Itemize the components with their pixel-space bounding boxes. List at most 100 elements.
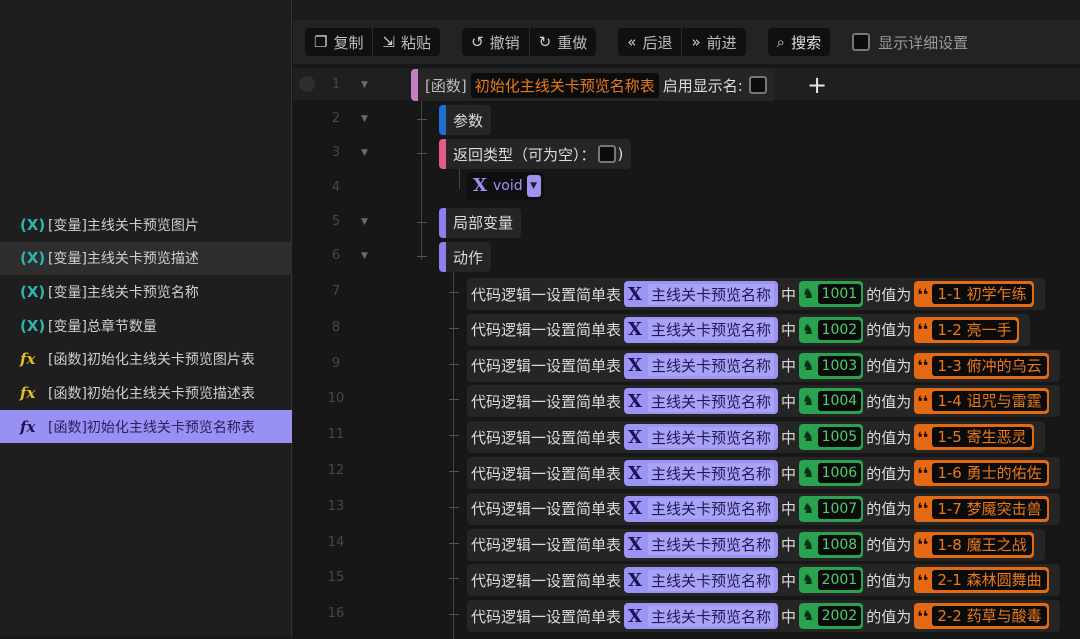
string-value[interactable]: 1-1 初学乍练	[932, 284, 1032, 304]
value-pill[interactable]: ❛❛ 1-6 勇士的佑佐	[914, 460, 1049, 486]
table-variable-pill[interactable]: X 主线关卡预览名称	[624, 603, 778, 630]
breakpoint-dot[interactable]	[299, 76, 315, 92]
value-pill[interactable]: ❛❛ 2-2 药草与酸毒	[914, 603, 1049, 630]
key-pill[interactable]: ♞ 1003	[799, 352, 864, 379]
string-value[interactable]: 1-7 梦魇突击兽	[932, 498, 1047, 519]
function-header-block[interactable]: [函数] 初始化主线关卡预览名称表 启用显示名:	[411, 69, 775, 101]
set-table-action-row[interactable]: 代码逻辑一设置简单表 X 主线关卡预览名称中 ♞ 2001 的值为 ❛❛ 2-1 森林圆舞曲	[467, 564, 1060, 597]
table-variable-name: 主线关卡预览名称	[647, 355, 774, 377]
enable-display-name-checkbox[interactable]	[748, 76, 767, 94]
set-table-action-row[interactable]: 代码逻辑一设置简单表 X 主线关卡预览名称中 ♞ 1005 的值为 ❛❛ 1-5 寄生恶灵	[467, 421, 1045, 454]
key-value[interactable]: 1008	[817, 534, 862, 555]
set-table-action-row[interactable]: 代码逻辑一设置简单表 X 主线关卡预览名称中 ♞ 1007 的值为 ❛❛ 1-7 梦魇突击兽	[467, 492, 1060, 525]
local-variables-block[interactable]: 局部变量	[439, 207, 522, 238]
table-variable-pill[interactable]: X 主线关卡预览名称	[624, 352, 778, 379]
search-button[interactable]: ⌕ 搜索	[768, 28, 830, 56]
fold-arrow-icon[interactable]: ▼	[361, 80, 368, 90]
key-pill[interactable]: ♞ 1005	[799, 424, 864, 451]
sidebar-item[interactable]: (X) [变量]主线关卡预览描述	[0, 241, 292, 275]
key-pill[interactable]: ♞ 1006	[799, 460, 864, 486]
key-pill[interactable]: ♞ 1008	[799, 531, 864, 558]
key-value[interactable]: 1001	[817, 284, 862, 304]
table-variable-pill[interactable]: X 主线关卡预览名称	[624, 388, 778, 415]
value-pill[interactable]: ❛❛ 2-1 森林圆舞曲	[914, 567, 1049, 594]
key-pill[interactable]: ♞ 1004	[799, 388, 864, 415]
key-pill[interactable]: ♞ 2001	[799, 567, 864, 594]
key-pill[interactable]: ♞ 1002	[799, 316, 864, 343]
string-value[interactable]: 1-5 寄生恶灵	[932, 427, 1032, 448]
value-pill[interactable]: ❛❛ 1-7 梦魇突击兽	[914, 495, 1049, 522]
show-details-checkbox[interactable]	[852, 33, 871, 51]
key-value[interactable]: 1002	[817, 319, 862, 340]
fold-arrow-icon[interactable]: ▼	[361, 148, 368, 158]
params-block[interactable]: 参数	[439, 105, 492, 136]
string-value[interactable]: 2-1 森林圆舞曲	[932, 570, 1047, 591]
sidebar-item-label: [变量]主线关卡预览名称	[48, 284, 199, 301]
set-table-action-row[interactable]: 代码逻辑一设置简单表 X 主线关卡预览名称中 ♞ 2002 的值为 ❛❛ 2-2 药草与酸毒	[467, 600, 1060, 633]
actions-block[interactable]: 动作	[439, 242, 492, 272]
show-details-toggle[interactable]: 显示详细设置	[852, 32, 968, 53]
value-pill[interactable]: ❛❛ 1-4 诅咒与雷霆	[914, 388, 1049, 415]
string-value[interactable]: 1-6 勇士的佑佐	[932, 463, 1047, 483]
paste-button[interactable]: ⇲ 粘贴	[373, 28, 440, 56]
sidebar-item[interactable]: (X) [变量]主线关卡预览名称	[0, 275, 292, 308]
value-pill[interactable]: ❛❛ 1-1 初学乍练	[914, 281, 1034, 307]
return-type-block-label: 返回类型（可为空）：	[453, 145, 596, 164]
value-pill[interactable]: ❛❛ 1-5 寄生恶灵	[914, 424, 1034, 451]
key-value[interactable]: 1003	[817, 355, 862, 376]
redo-button[interactable]: ↻ 重做	[530, 28, 597, 56]
string-value[interactable]: 1-3 俯冲的乌云	[932, 355, 1047, 376]
set-table-action-row[interactable]: 代码逻辑一设置简单表 X 主线关卡预览名称中 ♞ 1002 的值为 ❛❛ 1-2 亮一手	[467, 313, 1030, 346]
table-variable-pill[interactable]: X 主线关卡预览名称	[624, 567, 778, 594]
function-name[interactable]: 初始化主线关卡预览名称表	[470, 72, 659, 98]
table-variable-pill[interactable]: X 主线关卡预览名称	[624, 316, 778, 343]
string-value[interactable]: 1-2 亮一手	[932, 319, 1017, 340]
return-type-checkbox[interactable]	[597, 145, 616, 164]
search-group: ⌕ 搜索	[767, 28, 831, 56]
table-variable-pill[interactable]: X 主线关卡预览名称	[624, 281, 778, 307]
string-value[interactable]: 2-2 药草与酸毒	[932, 606, 1047, 627]
fold-arrow-icon[interactable]: ▼	[361, 251, 368, 261]
table-variable-pill[interactable]: X 主线关卡预览名称	[624, 531, 778, 558]
return-type-block[interactable]: 返回类型（可为空）：)	[439, 139, 632, 170]
return-type-select[interactable]: Xvoid ▼	[467, 171, 544, 200]
undo-button[interactable]: ↺ 撤销	[462, 28, 530, 56]
key-value[interactable]: 1005	[817, 427, 862, 448]
fold-arrow-icon[interactable]: ▼	[361, 114, 368, 124]
chevron-down-icon[interactable]: ▼	[526, 174, 541, 197]
table-variable-pill[interactable]: X 主线关卡预览名称	[624, 495, 778, 522]
set-table-action-row[interactable]: 代码逻辑一设置简单表 X 主线关卡预览名称中 ♞ 1001 的值为 ❛❛ 1-1 初学乍练	[467, 278, 1045, 310]
sidebar-item[interactable]: (X) [变量]总章节数量	[0, 309, 292, 342]
action-label: 代码逻辑一设置简单表	[471, 392, 622, 411]
copy-button[interactable]: ❐ 复制	[305, 28, 374, 56]
sidebar-item[interactable]: fx [函数]初始化主线关卡预览名称表	[0, 410, 292, 444]
key-pill[interactable]: ♞ 1001	[799, 281, 864, 307]
forward-button[interactable]: » 前进	[682, 28, 745, 56]
set-table-action-row[interactable]: 代码逻辑一设置简单表 X 主线关卡预览名称中 ♞ 1003 的值为 ❛❛ 1-3 俯冲的乌云	[467, 349, 1060, 382]
key-value[interactable]: 1004	[817, 391, 862, 412]
value-pill[interactable]: ❛❛ 1-2 亮一手	[914, 316, 1019, 343]
key-value[interactable]: 2002	[817, 606, 862, 627]
sidebar-item[interactable]: fx [函数]初始化主线关卡预览图片表	[0, 343, 292, 376]
fold-arrow-icon[interactable]: ▼	[361, 217, 368, 227]
key-pill[interactable]: ♞ 1007	[799, 495, 864, 522]
key-value[interactable]: 1007	[817, 498, 862, 519]
string-value[interactable]: 1-4 诅咒与雷霆	[932, 391, 1047, 412]
variable-icon: X	[628, 569, 642, 591]
value-pill[interactable]: ❛❛ 1-3 俯冲的乌云	[914, 352, 1049, 379]
add-icon[interactable]: +	[807, 71, 827, 99]
table-variable-pill[interactable]: X 主线关卡预览名称	[624, 460, 778, 486]
variable-icon: X	[628, 498, 642, 520]
key-value[interactable]: 1006	[817, 463, 862, 483]
key-pill[interactable]: ♞ 2002	[799, 603, 864, 630]
set-table-action-row[interactable]: 代码逻辑一设置简单表 X 主线关卡预览名称中 ♞ 1006 的值为 ❛❛ 1-6 勇士的佑佐	[467, 457, 1060, 489]
set-table-action-row[interactable]: 代码逻辑一设置简单表 X 主线关卡预览名称中 ♞ 1004 的值为 ❛❛ 1-4 诅咒与雷霆	[467, 385, 1060, 418]
string-value[interactable]: 1-8 魔王之战	[932, 534, 1032, 555]
sidebar-item[interactable]: (X) [变量]主线关卡预览图片	[0, 208, 292, 241]
back-button[interactable]: « 后退	[618, 28, 683, 56]
set-table-action-row[interactable]: 代码逻辑一设置简单表 X 主线关卡预览名称中 ♞ 1008 的值为 ❛❛ 1-8 魔王之战	[467, 528, 1045, 561]
sidebar-item[interactable]: fx [函数]初始化主线关卡预览描述表	[0, 377, 292, 410]
table-variable-pill[interactable]: X 主线关卡预览名称	[624, 424, 778, 451]
key-value[interactable]: 2001	[817, 570, 862, 591]
value-pill[interactable]: ❛❛ 1-8 魔王之战	[914, 531, 1034, 558]
